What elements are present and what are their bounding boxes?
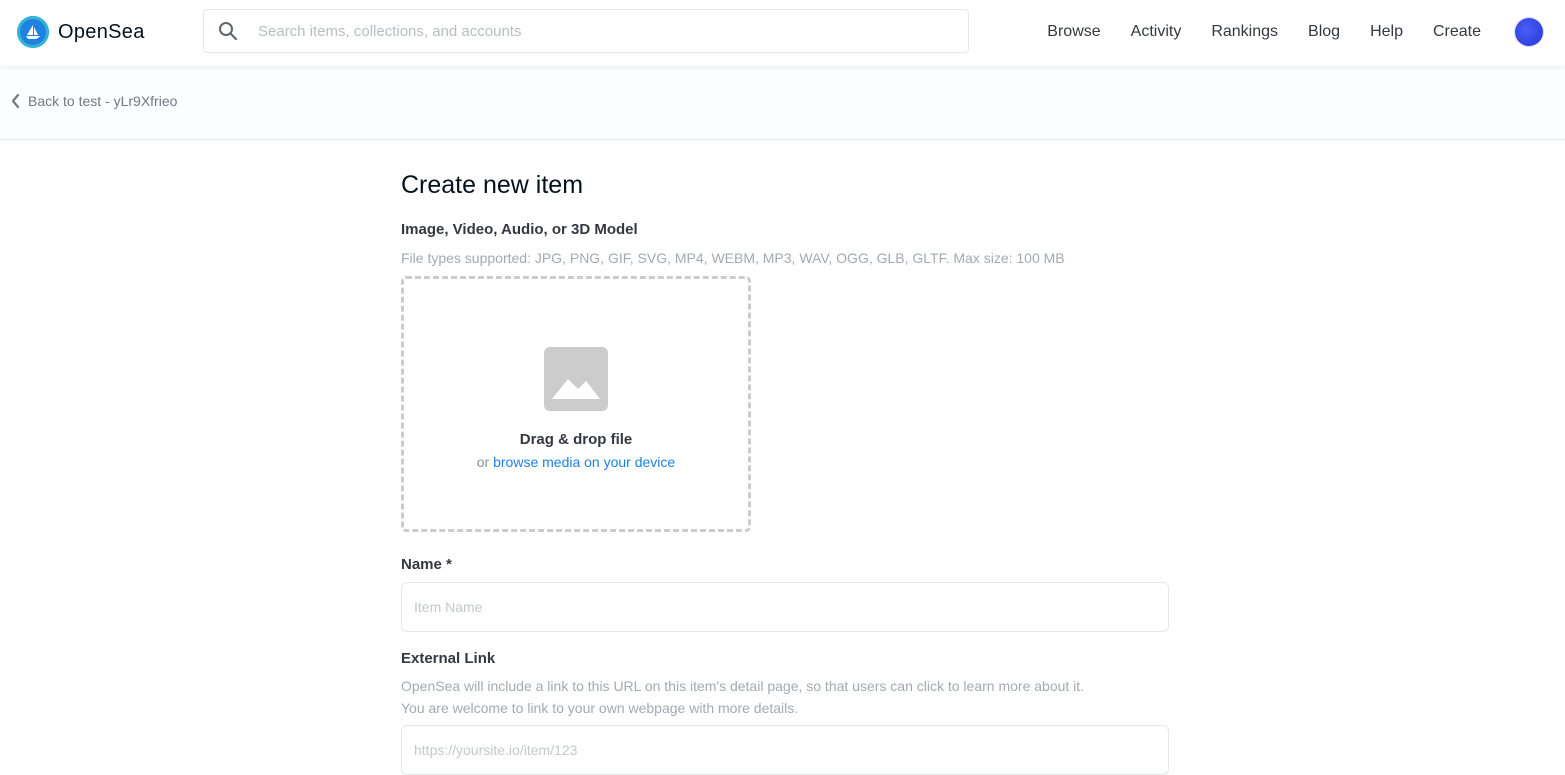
search-bar — [203, 9, 969, 53]
opensea-logo-icon — [17, 16, 49, 48]
external-link-input[interactable] — [401, 725, 1169, 775]
media-label: Image, Video, Audio, or 3D Model — [401, 221, 638, 238]
top-navbar: OpenSea Browse Activity Rankings Blog He… — [0, 0, 1565, 66]
search-input[interactable] — [256, 21, 968, 41]
external-link-hint-1: OpenSea will include a link to this URL … — [401, 678, 1085, 694]
external-link-hint-2: You are welcome to link to your own webp… — [401, 700, 799, 716]
name-label: Name * — [401, 556, 452, 573]
external-link-label: External Link — [401, 650, 496, 667]
nav-activity[interactable]: Activity — [1131, 23, 1182, 41]
user-avatar[interactable] — [1515, 18, 1543, 46]
brand-name: OpenSea — [58, 20, 145, 43]
back-bar: Back to test - yLr9Xfrieo — [0, 66, 1565, 140]
media-hint: File types supported: JPG, PNG, GIF, SVG… — [401, 250, 1065, 266]
chevron-left-icon — [11, 94, 20, 108]
search-icon — [219, 22, 238, 41]
dropzone-title: Drag & drop file — [519, 431, 633, 448]
page-title: Create new item — [401, 171, 584, 199]
dropzone-subtitle: or browse media on your device — [477, 454, 675, 470]
browse-media-link[interactable]: browse media on your device — [493, 454, 675, 470]
item-name-input[interactable] — [401, 582, 1169, 632]
dropzone-or: or — [476, 454, 494, 470]
nav-create[interactable]: Create — [1433, 23, 1481, 41]
nav-help[interactable]: Help — [1370, 23, 1403, 41]
media-dropzone[interactable]: Drag & drop file or browse media on your… — [401, 276, 751, 532]
back-link[interactable]: Back to test - yLr9Xfrieo — [11, 93, 177, 109]
nav-rankings[interactable]: Rankings — [1211, 23, 1278, 41]
image-placeholder-icon — [544, 347, 608, 411]
opensea-logo[interactable]: OpenSea — [17, 16, 145, 48]
back-link-label: Back to test - yLr9Xfrieo — [28, 93, 178, 109]
nav-blog[interactable]: Blog — [1308, 23, 1340, 41]
main-nav: Browse Activity Rankings Blog Help Creat… — [1017, 0, 1481, 63]
nav-browse[interactable]: Browse — [1047, 23, 1100, 41]
